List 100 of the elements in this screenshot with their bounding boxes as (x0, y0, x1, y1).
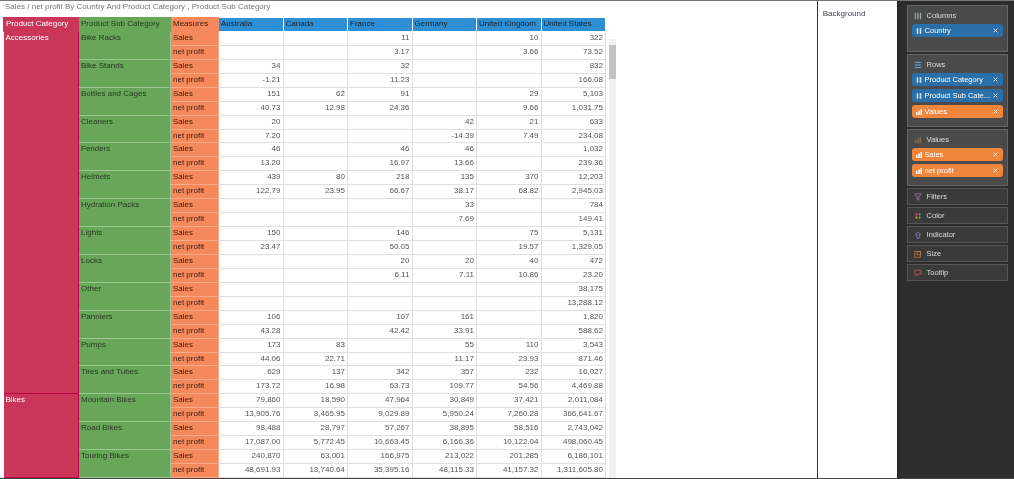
column-header[interactable]: Canada (283, 17, 348, 32)
value-cell: 7.69 (412, 212, 477, 227)
value-cell: 91 (347, 87, 412, 102)
value-cell: 2,011,084 (541, 393, 606, 408)
value-cell: 149.41 (541, 212, 606, 227)
value-cell: 19.57 (476, 240, 541, 255)
value-cell: 3,465.95 (283, 407, 348, 422)
value-cell: 5,131 (541, 226, 606, 241)
value-cell: 13.20 (218, 156, 283, 171)
value-cell: 439 (218, 170, 283, 185)
value-cell: 240,870 (218, 449, 283, 464)
value-cell: 166,975 (347, 449, 412, 464)
value-cell: 38,175 (541, 282, 606, 297)
value-cell: 7.11 (412, 268, 477, 283)
value-cell: 40.73 (218, 101, 283, 116)
value-cell: 7,260.28 (476, 407, 541, 422)
value-cell: 472 (541, 254, 606, 269)
value-cell: 2,945.03 (541, 184, 606, 199)
value-cell: 1,032 (541, 142, 606, 157)
value-cell: 4,469.88 (541, 379, 606, 394)
value-cell: 16,027 (541, 365, 606, 380)
subcategory-cell: Bike Stands (78, 59, 171, 88)
value-cell: 55 (412, 338, 477, 352)
value-cell: 21 (476, 115, 541, 129)
value-cell: 107 (347, 310, 412, 325)
value-cell: 232 (476, 365, 541, 380)
value-cell: 10.86 (476, 268, 541, 283)
value-cell: 42 (412, 115, 477, 129)
value-cell: 12,203 (541, 170, 606, 185)
close-icon[interactable] (993, 28, 998, 33)
value-cell: 46 (347, 142, 412, 157)
value-cell: 239.36 (541, 156, 606, 171)
value-cell: 29 (476, 87, 541, 102)
subcategory-cell: Mountain Bikes (78, 393, 171, 422)
value-cell: 63,001 (283, 449, 348, 464)
subcategory-cell: Lights (78, 226, 171, 255)
close-icon[interactable] (993, 152, 998, 157)
value-cell: 54.56 (476, 379, 541, 394)
value-cell: 42.42 (347, 324, 412, 339)
value-cell: 6,166.36 (412, 435, 477, 450)
subcategory-cell: Locks (78, 254, 171, 283)
value-cell: 83 (283, 338, 348, 352)
value-cell: 44.06 (218, 352, 283, 366)
value-cell: -14.39 (412, 129, 477, 143)
value-cell: 588.62 (541, 324, 606, 339)
subcategory-cell: Helmets (78, 170, 171, 199)
value-cell: 7.49 (476, 129, 541, 143)
close-icon[interactable] (993, 93, 998, 98)
value-cell: 13,905.76 (218, 407, 283, 422)
scrollbar[interactable] (609, 39, 616, 478)
value-cell: 23.20 (541, 268, 606, 283)
value-cell: 48,115.33 (412, 463, 477, 478)
value-cell: 58,516 (476, 421, 541, 436)
arrow-up-icon (913, 230, 922, 239)
column-header[interactable]: France (347, 17, 412, 32)
value-cell: 23.93 (476, 352, 541, 366)
column-header[interactable]: Product Sub Category (78, 17, 171, 32)
close-icon[interactable] (993, 168, 998, 173)
value-cell: 68.82 (476, 184, 541, 199)
column-header[interactable]: Product Category (3, 17, 79, 32)
value-cell: 146 (347, 226, 412, 241)
value-cell: 122.79 (218, 184, 283, 199)
value-cell: 37,421 (476, 393, 541, 408)
value-cell: 633 (541, 115, 606, 129)
grip-icon (915, 76, 922, 83)
column-header[interactable]: Germany (412, 17, 477, 32)
value-cell: 23.47 (218, 240, 283, 255)
value-cell: 20 (347, 254, 412, 269)
value-cell: 41,157.32 (476, 463, 541, 478)
subcategory-cell: Other (78, 282, 171, 311)
value-cell: 17,087.00 (218, 435, 283, 450)
value-cell: 6.11 (347, 268, 412, 283)
column-header[interactable]: Measures (170, 17, 219, 32)
value-cell: 13,740.64 (283, 463, 348, 478)
value-cell: 79,860 (218, 393, 283, 408)
close-icon[interactable] (993, 77, 998, 82)
column-header[interactable]: Australia (218, 17, 283, 32)
value-cell: 11 (347, 31, 412, 46)
value-cell: 7.20 (218, 129, 283, 143)
value-cell: 366,641.67 (541, 407, 606, 422)
value-cell: 43.28 (218, 324, 283, 339)
value-cell: 629 (218, 365, 283, 380)
value-cell: 173 (218, 338, 283, 352)
value-cell: 784 (541, 198, 606, 213)
value-cell: 5,103 (541, 87, 606, 102)
column-header[interactable]: United States (541, 17, 606, 32)
value-cell: 2,743,042 (541, 421, 606, 436)
value-cell: 137 (283, 365, 348, 380)
value-cell: 322 (541, 31, 606, 46)
close-icon[interactable] (993, 109, 998, 114)
panel-label: Background (822, 9, 866, 18)
value-cell: 73.52 (541, 45, 606, 60)
value-cell: 201,285 (476, 449, 541, 464)
value-cell: 13,288.12 (541, 296, 606, 311)
column-header[interactable]: United Kingdom (476, 17, 541, 32)
value-cell: 110 (476, 338, 541, 352)
subcategory-cell: Cleaners (78, 115, 171, 143)
value-cell: 234.08 (541, 129, 606, 143)
bar-chart-icon (915, 167, 922, 174)
value-cell: 9.66 (476, 101, 541, 116)
